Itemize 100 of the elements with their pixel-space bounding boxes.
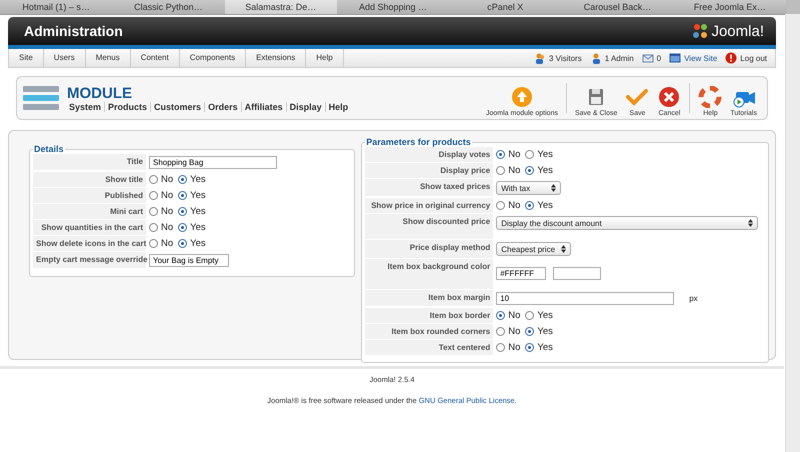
- dropdown[interactable]: Cheapest price: [496, 242, 572, 256]
- option-label: No: [508, 200, 520, 211]
- field-label: Display votes: [365, 147, 494, 162]
- option-label: No: [161, 174, 174, 185]
- menu-item[interactable]: Site: [9, 49, 44, 67]
- field-label: Empty cart message override: [33, 252, 146, 268]
- status-link[interactable]: View Site: [684, 54, 718, 62]
- submenu-link[interactable]: Products: [105, 102, 152, 112]
- option-label: No: [508, 310, 520, 321]
- unit-label: px: [689, 294, 698, 303]
- radio-button[interactable]: [496, 327, 506, 336]
- browser-tab[interactable]: Carousel Back…: [561, 0, 674, 14]
- option-label: Yes: [190, 190, 206, 201]
- window-icon: [669, 52, 682, 64]
- panel-legend: Details: [33, 144, 65, 154]
- field-label: Title: [33, 154, 146, 170]
- menu-item[interactable]: Components: [180, 49, 246, 67]
- submenu-link[interactable]: Help: [326, 102, 352, 112]
- radio-button[interactable]: [178, 175, 188, 184]
- option-label: Yes: [537, 342, 553, 353]
- radio-button[interactable]: [178, 239, 188, 248]
- option-label: No: [508, 326, 520, 337]
- radio-button[interactable]: [496, 311, 506, 320]
- power-icon: [725, 52, 738, 64]
- stacked-bars-icon: [23, 84, 59, 112]
- radio-button[interactable]: [525, 201, 534, 210]
- option-label: Yes: [190, 206, 206, 217]
- submenu-link[interactable]: Orders: [205, 102, 242, 112]
- updown-caret-icon: [748, 219, 754, 227]
- option-label: No: [161, 238, 174, 249]
- radio-button[interactable]: [149, 223, 158, 232]
- option-label: No: [508, 149, 520, 160]
- browser-tab[interactable]: Classic Python…: [112, 0, 225, 14]
- field-label: Item box border: [365, 308, 494, 323]
- menu-item[interactable]: Users: [44, 49, 86, 67]
- dropdown[interactable]: Display the discount amount: [496, 216, 758, 230]
- status-link[interactable]: Log out: [740, 54, 767, 62]
- arrow-up-icon: [510, 86, 534, 108]
- radio-button[interactable]: [525, 166, 534, 175]
- submenu-link[interactable]: Display: [286, 102, 326, 112]
- menu-item[interactable]: Menus: [86, 49, 131, 67]
- text-field[interactable]: Shopping Bag: [149, 156, 277, 169]
- field-label: Show delete icons in the cart: [33, 236, 146, 251]
- radio-button[interactable]: [178, 223, 188, 232]
- field-label: Show title: [33, 172, 146, 187]
- status-text: 0: [656, 54, 662, 62]
- radio-button[interactable]: [496, 201, 506, 210]
- checkmark-icon: [625, 86, 650, 108]
- text-field[interactable]: 10: [496, 292, 674, 305]
- submenu-link[interactable]: Affiliates: [242, 102, 287, 112]
- field-label: Mini cart: [33, 204, 146, 219]
- panel-legend: Parameters for products: [365, 137, 472, 147]
- field-label: Show taxed prices: [365, 179, 494, 196]
- radio-button[interactable]: [178, 191, 188, 200]
- color-field[interactable]: #FFFFFF: [496, 267, 546, 280]
- field-label: Published: [33, 188, 146, 203]
- option-label: No: [161, 190, 174, 201]
- updown-caret-icon: [561, 245, 566, 253]
- field-label: Price display method: [365, 240, 494, 258]
- submenu-link[interactable]: Customers: [151, 102, 206, 112]
- dropdown[interactable]: With tax: [496, 181, 562, 195]
- menu-item[interactable]: Help: [306, 49, 344, 67]
- radio-button[interactable]: [496, 166, 506, 175]
- radio-button[interactable]: [496, 343, 506, 352]
- logo-text: Joomla!: [711, 22, 764, 40]
- field-label: Text centered: [365, 340, 494, 355]
- browser-tab[interactable]: Free Joomla Ex…: [674, 0, 786, 14]
- radio-button[interactable]: [525, 343, 534, 352]
- browser-tab[interactable]: Add Shopping …: [336, 0, 450, 14]
- browser-tab[interactable]: cPanel X: [449, 0, 562, 14]
- radio-button[interactable]: [525, 327, 534, 336]
- field-label: Item box margin: [365, 290, 494, 306]
- menu-item[interactable]: Content: [130, 49, 180, 67]
- browser-tab[interactable]: Salamastra: De…: [224, 0, 337, 14]
- field-label: Display price: [365, 163, 494, 178]
- radio-button[interactable]: [149, 239, 158, 248]
- option-label: No: [161, 206, 174, 217]
- option-label: Yes: [537, 165, 553, 176]
- radio-button[interactable]: [149, 207, 158, 216]
- color-swatch: [553, 267, 602, 280]
- scrollbar[interactable]: [785, 14, 800, 452]
- browser-tab[interactable]: Hotmail (1) – s…: [0, 0, 112, 14]
- text-field[interactable]: Your Bag is Empty: [149, 254, 229, 267]
- radio-button[interactable]: [149, 175, 158, 184]
- radio-button[interactable]: [525, 150, 534, 159]
- option-label: Yes: [537, 310, 553, 321]
- status-text: 3 Visitors: [548, 54, 582, 62]
- field-label: Show price in original currency: [365, 198, 494, 213]
- pinwheel-icon: [692, 23, 708, 39]
- option-label: Yes: [537, 326, 553, 337]
- radio-button[interactable]: [525, 311, 534, 320]
- radio-button[interactable]: [496, 150, 506, 159]
- radio-button[interactable]: [149, 191, 158, 200]
- radio-button[interactable]: [178, 207, 188, 216]
- option-label: Yes: [537, 149, 553, 160]
- menu-item[interactable]: Extensions: [246, 49, 306, 67]
- envelope-icon: [642, 52, 654, 64]
- page-title: MODULE: [67, 84, 133, 102]
- submenu-link[interactable]: System: [69, 102, 106, 112]
- option-label: Yes: [190, 238, 206, 249]
